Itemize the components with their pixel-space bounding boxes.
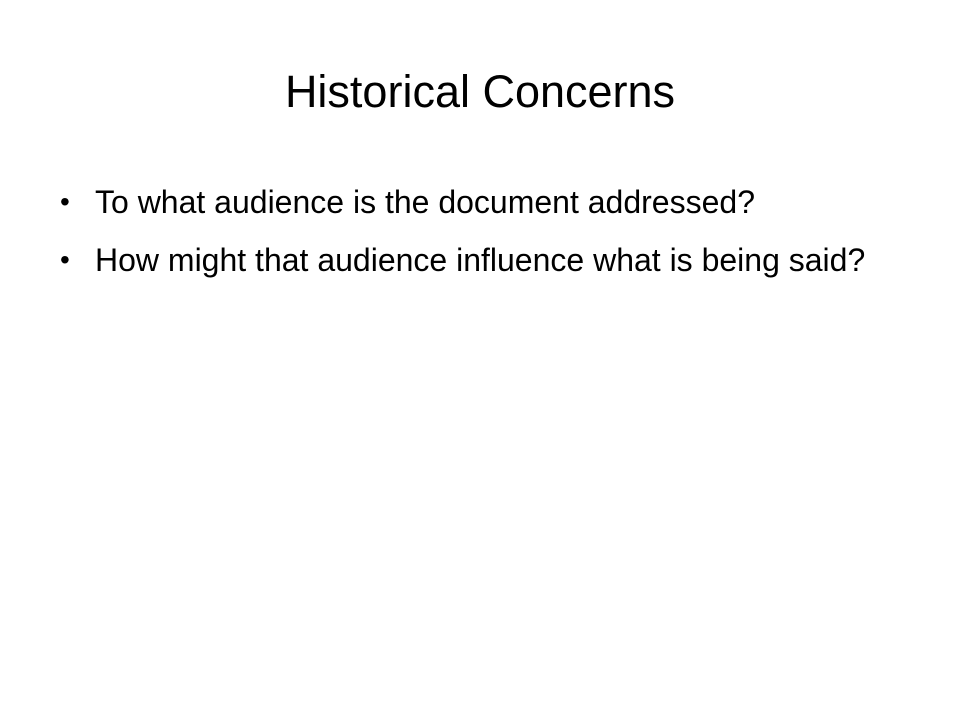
bullet-dot-icon: • [60,244,70,275]
bullet-text: How might that audience influence what i… [95,242,866,278]
slide: Historical Concerns • To what audience i… [0,0,960,720]
bullet-text: To what audience is the document address… [95,184,755,220]
slide-title: Historical Concerns [284,66,676,117]
bullet-dot-icon: • [60,186,70,217]
bullet-item: • To what audience is the document addre… [60,178,880,226]
bullet-item: • How might that audience influence what… [60,236,880,284]
bullet-list: • To what audience is the document addre… [60,178,880,294]
